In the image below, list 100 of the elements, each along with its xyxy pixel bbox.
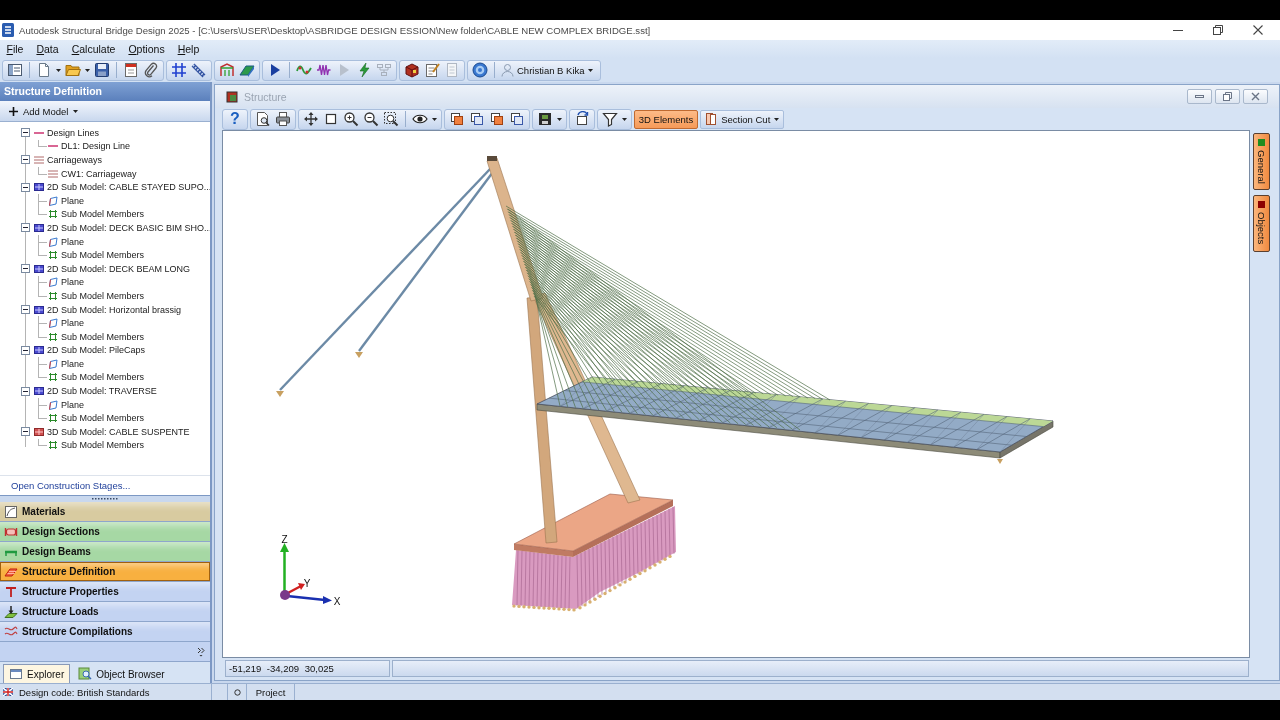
tree-item[interactable]: Sub Model Members — [48, 413, 145, 424]
menu-item[interactable]: File — [0, 42, 30, 56]
tree-item[interactable]: Plane — [48, 318, 85, 329]
tree-item[interactable]: Plane — [48, 399, 85, 410]
splitter-handle[interactable] — [92, 497, 118, 501]
restore-button[interactable] — [1215, 89, 1240, 104]
ruler-icon[interactable] — [191, 62, 207, 78]
caret-icon[interactable] — [56, 68, 61, 72]
tree-item[interactable]: Plane — [48, 358, 85, 369]
filter-icon[interactable] — [601, 111, 618, 127]
panel-layout-icon[interactable] — [7, 62, 23, 78]
menu-item[interactable]: Calculate — [65, 42, 122, 56]
caret-icon[interactable] — [587, 68, 593, 72]
nav-button[interactable]: Structure Definition — [0, 562, 210, 582]
nav-button[interactable]: Structure Compilations — [0, 622, 210, 642]
zoom-out-icon[interactable] — [362, 111, 379, 127]
panel-tab[interactable]: Object Browser — [72, 664, 171, 683]
collapse-icon[interactable] — [21, 386, 30, 396]
double-chevron-icon[interactable] — [197, 646, 205, 657]
tree-item[interactable]: Plane — [48, 277, 85, 288]
plus-icon — [9, 106, 18, 116]
menu-item[interactable]: Help — [171, 42, 206, 56]
nav-button[interactable]: Materials — [0, 502, 210, 522]
collapse-icon[interactable] — [21, 182, 30, 192]
collapse-icon[interactable] — [21, 345, 30, 355]
collapse-icon[interactable] — [21, 128, 30, 138]
zoom-in-icon[interactable] — [342, 111, 359, 127]
plate-icon[interactable] — [239, 62, 255, 78]
ring-icon[interactable] — [472, 62, 488, 78]
collapse-icon[interactable] — [21, 305, 30, 314]
tree-item[interactable]: Sub Model Members — [48, 372, 145, 383]
caret-icon[interactable] — [556, 117, 562, 121]
plane-icon — [48, 236, 58, 247]
tree-item[interactable]: 2D Sub Model: TRAVERSE — [34, 386, 157, 397]
building-icon[interactable] — [219, 62, 235, 78]
zoom-extents-icon[interactable] — [382, 111, 399, 127]
add-model-button[interactable]: Add Model — [7, 102, 81, 120]
collapse-icon[interactable] — [21, 223, 30, 233]
tree-item[interactable]: 2D Sub Model: PileCaps — [34, 345, 146, 356]
nav-button[interactable]: Design Sections — [0, 522, 210, 542]
tree-item[interactable]: 3D Sub Model: CABLE SUSPENTE — [34, 426, 190, 437]
collapse-icon[interactable] — [21, 155, 30, 165]
panel-tab[interactable]: Explorer — [3, 664, 71, 683]
minimize-button[interactable] — [1187, 89, 1212, 104]
toggle-button[interactable]: 3D Elements — [633, 109, 699, 129]
printer-icon[interactable] — [274, 111, 291, 127]
side-tab[interactable]: General — [1253, 133, 1270, 190]
waveform-icon[interactable] — [316, 62, 332, 78]
caret-icon[interactable] — [431, 117, 437, 121]
tree-item[interactable]: Carriageways — [34, 155, 103, 165]
tree-item[interactable]: CW1: Carriageway — [48, 168, 137, 179]
nav-button[interactable]: Design Beams — [0, 542, 210, 562]
caret-icon[interactable] — [774, 117, 780, 121]
overlapping-squares-icon[interactable] — [508, 111, 525, 127]
frame-icon — [48, 209, 58, 220]
tree-item[interactable]: Sub Model Members — [48, 290, 145, 301]
triple-line-icon — [34, 155, 44, 165]
tree-item[interactable]: Plane — [48, 195, 85, 206]
tree-item[interactable]: Sub Model Members — [48, 440, 145, 451]
folder-icon[interactable] — [65, 62, 81, 78]
caret-icon[interactable] — [73, 109, 79, 113]
tree-item[interactable]: 2D Sub Model: DECK BEAM LONG — [34, 263, 191, 274]
window-title: Autodesk Structural Bridge Design 2025 - [C:\Users\USER\Desktop\ASBRIDGE DESIGN ESSION\New folder\CABLE NEW COMPLEX BRIDGE.sst] — [19, 24, 651, 36]
grid-icon[interactable] — [171, 62, 187, 78]
save-icon[interactable] — [94, 62, 110, 78]
overlapping-squares-icon[interactable] — [448, 111, 465, 127]
caret-icon[interactable] — [621, 117, 627, 121]
collapse-icon[interactable] — [21, 264, 30, 274]
nav-button[interactable]: Structure Loads — [0, 602, 210, 622]
axis-label: Z — [281, 534, 288, 545]
collapse-icon[interactable] — [21, 427, 30, 437]
overlapping-squares-icon[interactable] — [488, 111, 505, 127]
close-button[interactable] — [1243, 89, 1268, 104]
tree-item[interactable]: Sub Model Members — [48, 250, 145, 261]
lightning-icon[interactable] — [356, 62, 372, 78]
paperclip-icon[interactable] — [143, 62, 159, 78]
new-document-icon[interactable] — [36, 62, 52, 78]
minimize-icon — [1195, 95, 1204, 98]
sheet-icon[interactable] — [123, 62, 139, 78]
print-preview-icon[interactable] — [254, 111, 271, 127]
tree-item[interactable]: 2D Sub Model: Horizontal brassig — [34, 304, 182, 315]
project-panel: Project — [247, 684, 295, 700]
tree-item[interactable]: 2D Sub Model: DECK BASIC BIM SHO... — [34, 222, 210, 233]
menu-item[interactable]: Options — [121, 42, 172, 56]
axis-label: Y — [303, 578, 311, 589]
dropdown-button[interactable]: Section Cut — [700, 109, 785, 129]
tree-item[interactable]: DL1: Design Line — [48, 141, 131, 152]
menu-item[interactable]: Data — [29, 42, 66, 56]
tree-item[interactable]: Plane — [48, 236, 85, 247]
move-icon[interactable] — [302, 111, 319, 127]
side-tab[interactable]: Objects — [1253, 195, 1270, 252]
tree-item[interactable]: Sub Model Members — [48, 209, 145, 220]
tree-item[interactable]: Sub Model Members — [48, 331, 145, 342]
overlapping-squares-icon[interactable] — [468, 111, 485, 127]
cube-icon[interactable] — [404, 62, 420, 78]
tree-item[interactable]: Design Lines — [34, 127, 100, 138]
tree-item[interactable]: 2D Sub Model: CABLE STAYED SUPO... — [34, 182, 210, 193]
nav-button[interactable]: Structure Properties — [0, 582, 210, 602]
caret-icon[interactable] — [85, 68, 90, 72]
edit-document-icon[interactable] — [424, 62, 440, 78]
